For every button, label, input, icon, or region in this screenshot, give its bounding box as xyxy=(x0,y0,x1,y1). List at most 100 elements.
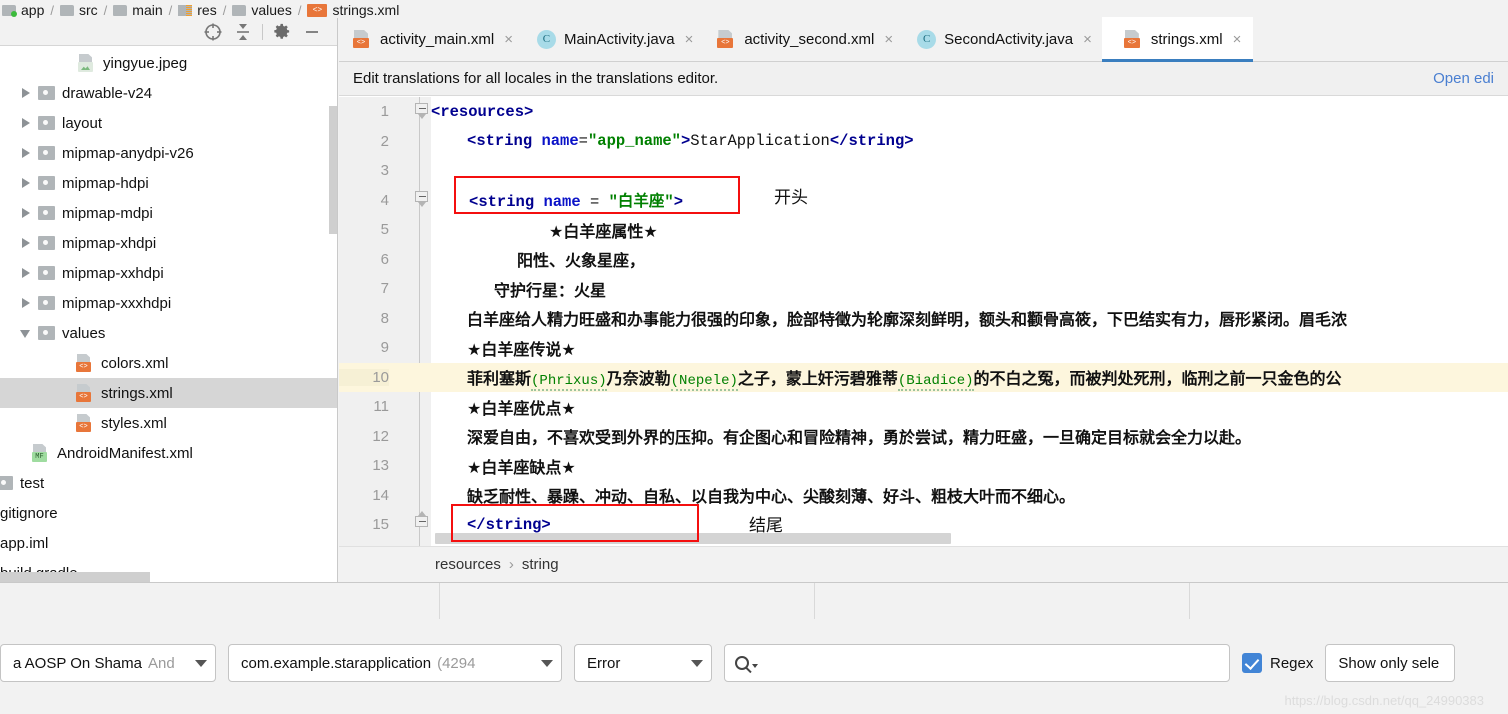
breadcrumb-item-src[interactable]: src / xyxy=(60,2,113,18)
chevron-down-icon[interactable] xyxy=(691,660,703,667)
chevron-right-icon[interactable] xyxy=(20,297,32,309)
tree-item-strings-xml[interactable]: <> strings.xml xyxy=(0,378,337,408)
chevron-right-icon[interactable] xyxy=(20,237,32,249)
tree-item-gitignore[interactable]: gitignore xyxy=(0,498,337,528)
logcat-search-box[interactable] xyxy=(724,644,1230,682)
code-text: 深爱自由，不喜欢受到外界的压抑。有企图心和冒险精神，勇於尝试，精力旺盛，一旦确定… xyxy=(467,424,1508,448)
tree-item-colors-xml[interactable]: <> colors.xml xyxy=(0,348,337,378)
code-line-6[interactable]: 6 阳性、火象星座， xyxy=(339,245,1508,275)
code-line-12[interactable]: 12 深爱自由，不喜欢受到外界的压抑。有企图心和冒险精神，勇於尝试，精力旺盛，一… xyxy=(339,422,1508,452)
close-icon[interactable]: × xyxy=(1083,31,1092,48)
code-line-2[interactable]: 2 <string name="app_name">StarApplicatio… xyxy=(339,127,1508,157)
tab-activity-second-xml[interactable]: <> activity_second.xml × xyxy=(703,17,903,61)
code-line-11[interactable]: 11 ★白羊座优点★ xyxy=(339,392,1508,422)
res-folder-icon xyxy=(178,5,192,16)
tree-item-styles-xml[interactable]: <> styles.xml xyxy=(0,408,337,438)
tree-item-label: mipmap-xxxhdpi xyxy=(62,295,171,312)
regex-checkbox[interactable] xyxy=(1242,653,1262,673)
tab-mainactivity-java[interactable]: C MainActivity.java × xyxy=(523,17,703,61)
line-number: 10 xyxy=(339,369,389,386)
search-input[interactable] xyxy=(764,655,1219,672)
code-text: <resources> xyxy=(431,103,1508,121)
breadcrumb-item-res[interactable]: res / xyxy=(178,2,232,18)
tree-item-androidmanifest-xml[interactable]: MF AndroidManifest.xml xyxy=(0,438,337,468)
fold-marker-line-1[interactable] xyxy=(415,103,430,118)
tree-item-yingyue-jpeg[interactable]: yingyue.jpeg xyxy=(0,48,337,78)
chevron-down-icon[interactable] xyxy=(20,327,32,339)
tree-item-values[interactable]: values xyxy=(0,318,337,348)
logcat-toolbar: a AOSP On Shama And com.example.starappl… xyxy=(0,641,1508,685)
line-number: 13 xyxy=(339,457,389,474)
breadcrumb-label: src xyxy=(79,2,98,18)
code-line-13[interactable]: 13 ★白羊座缺点★ xyxy=(339,451,1508,481)
code-token: 的不白之冤，而被判处死刑，临刑之前一只金色的公 xyxy=(974,369,1342,388)
code-token: > xyxy=(681,132,690,150)
tree-item-label: mipmap-anydpi-v26 xyxy=(62,145,194,162)
status-crumb-string[interactable]: string xyxy=(522,556,559,573)
tree-item-layout[interactable]: layout xyxy=(0,108,337,138)
regex-checkbox-group[interactable]: Regex xyxy=(1242,653,1313,673)
breadcrumb-item-strings-xml[interactable]: <> strings.xml xyxy=(307,2,399,18)
code-line-9[interactable]: 9 ★白羊座传说★ xyxy=(339,333,1508,363)
breadcrumb-item-app[interactable]: app / xyxy=(2,2,60,18)
tree-item-mipmap-xhdpi[interactable]: mipmap-xhdpi xyxy=(0,228,337,258)
gear-icon[interactable] xyxy=(267,19,297,45)
editor-area: <> activity_main.xml × C MainActivity.ja… xyxy=(339,18,1508,582)
close-icon[interactable]: × xyxy=(884,31,893,48)
code-token: string xyxy=(476,132,532,150)
close-icon[interactable]: × xyxy=(504,31,513,48)
tree-item-mipmap-hdpi[interactable]: mipmap-hdpi xyxy=(0,168,337,198)
project-tree[interactable]: yingyue.jpeg drawable-v24 layout mipmap-… xyxy=(0,46,337,582)
code-line-7[interactable]: 7 守护行星：火星 xyxy=(339,274,1508,304)
tree-item-mipmap-mdpi[interactable]: mipmap-mdpi xyxy=(0,198,337,228)
code-editor[interactable]: 1 <resources> 2 <string name="app_name">… xyxy=(339,97,1508,546)
device-selector[interactable]: a AOSP On Shama And xyxy=(0,644,216,682)
hide-panel-icon[interactable] xyxy=(297,19,327,45)
tree-item-test[interactable]: test xyxy=(0,468,337,498)
code-line-5[interactable]: 5 ★白羊座属性★ xyxy=(339,215,1508,245)
tree-item-mipmap-xxhdpi[interactable]: mipmap-xxhdpi xyxy=(0,258,337,288)
tree-item-label: mipmap-xhdpi xyxy=(62,235,156,252)
log-level-selector[interactable]: Error xyxy=(574,644,712,682)
breadcrumb-item-main[interactable]: main / xyxy=(113,2,178,18)
chevron-down-icon[interactable] xyxy=(752,664,758,668)
breadcrumb-item-values[interactable]: values / xyxy=(232,2,307,18)
project-horizontal-scrollbar[interactable] xyxy=(0,572,150,582)
tree-item-mipmap-anydpi-v26[interactable]: mipmap-anydpi-v26 xyxy=(0,138,337,168)
code-token: string xyxy=(848,132,904,150)
search-icon xyxy=(735,656,749,670)
tree-item-mipmap-xxxhdpi[interactable]: mipmap-xxxhdpi xyxy=(0,288,337,318)
chevron-right-icon[interactable] xyxy=(20,87,32,99)
chevron-right-icon[interactable] xyxy=(20,117,32,129)
code-line-10[interactable]: 10 菲利塞斯(Phrixus)乃奈波勒(Nepele)之子，蒙上奸污碧雅蒂(B… xyxy=(339,363,1508,393)
breadcrumb-label: values xyxy=(251,2,291,18)
close-icon[interactable]: × xyxy=(685,31,694,48)
tree-item-drawable-v24[interactable]: drawable-v24 xyxy=(0,78,337,108)
project-vertical-scrollbar[interactable] xyxy=(329,106,337,234)
chevron-right-icon[interactable] xyxy=(20,177,32,189)
status-crumb-resources[interactable]: resources xyxy=(435,556,501,573)
scroll-from-source-icon[interactable] xyxy=(198,19,228,45)
tree-item-app-iml[interactable]: app.iml xyxy=(0,528,337,558)
process-selector[interactable]: com.example.starapplication (4294 xyxy=(228,644,562,682)
show-only-selected-button[interactable]: Show only sele xyxy=(1325,644,1455,682)
code-line-1[interactable]: 1 <resources> xyxy=(339,97,1508,127)
chevron-right-icon[interactable] xyxy=(20,267,32,279)
fold-marker-line-15[interactable] xyxy=(415,516,430,531)
line-number: 1 xyxy=(339,103,389,120)
close-icon[interactable]: × xyxy=(1233,31,1242,48)
chevron-down-icon[interactable] xyxy=(195,660,207,667)
fold-marker-line-4[interactable] xyxy=(415,191,430,206)
chevron-down-icon[interactable] xyxy=(541,660,553,667)
tab-strings-xml[interactable]: <> strings.xml × xyxy=(1102,17,1253,61)
tree-item-label: gitignore xyxy=(0,505,58,522)
open-editor-link[interactable]: Open edi xyxy=(1433,70,1494,87)
regex-label: Regex xyxy=(1270,655,1313,672)
chevron-right-icon[interactable] xyxy=(20,147,32,159)
collapse-all-icon[interactable] xyxy=(228,19,258,45)
code-line-8[interactable]: 8 白羊座给人精力旺盛和办事能力很强的印象，脸部特徵为轮廓深刻鲜明，额头和颧骨高… xyxy=(339,304,1508,334)
chevron-right-icon[interactable] xyxy=(20,207,32,219)
tab-activity-main-xml[interactable]: <> activity_main.xml × xyxy=(339,17,523,61)
tab-secondactivity-java[interactable]: C SecondActivity.java × xyxy=(903,17,1102,61)
java-class-icon: C xyxy=(537,30,556,49)
